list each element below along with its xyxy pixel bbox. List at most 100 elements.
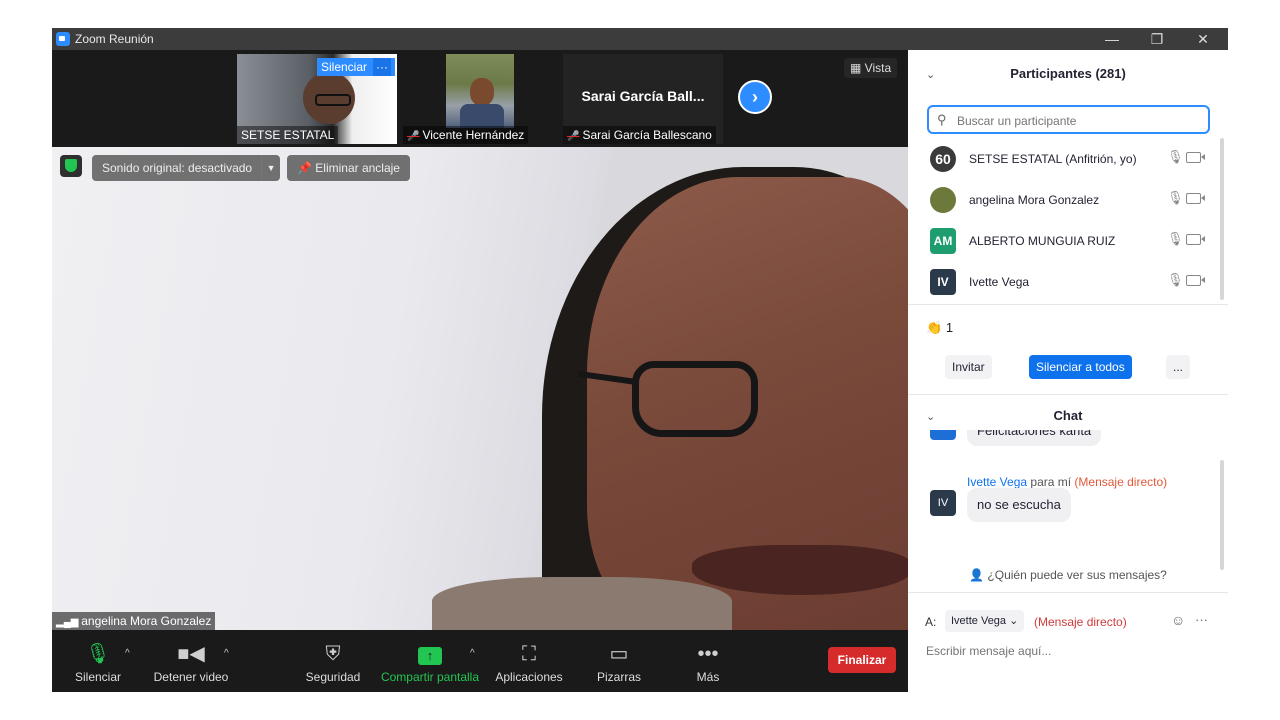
composer-more-icon[interactable]: ··· xyxy=(1195,612,1208,627)
thumb-setse-estatal[interactable]: Silenciar ··· SETSE ESTATAL xyxy=(237,54,397,144)
share-screen-label: Compartir pantalla xyxy=(380,670,480,684)
zoom-window: Zoom Reunión — ❐ ✕ Silenciar ··· SETSE E… xyxy=(52,28,1228,692)
video-area: Silenciar ··· SETSE ESTATAL Vicente Hern… xyxy=(52,50,908,692)
chevron-down-icon: ⌄ xyxy=(1009,615,1019,627)
chat-message-input[interactable] xyxy=(924,640,1218,662)
original-sound-toggle[interactable]: Sonido original: desactivado ▼ xyxy=(92,155,281,181)
apps-icon: ⛶ xyxy=(522,643,536,665)
more-dots-icon: ••• xyxy=(697,643,719,665)
thumb-mute-label: Silenciar xyxy=(321,60,368,74)
whiteboard-icon: ▭ xyxy=(609,643,629,665)
chat-to-me: para mí xyxy=(1030,475,1072,489)
participant-name: ALBERTO MUNGUIA RUIZ xyxy=(969,234,1116,248)
mute-all-button[interactable]: Silenciar a todos xyxy=(1029,355,1132,379)
divider xyxy=(908,592,1228,593)
chat-messages: Felicitaciones karita Ivette Vega para m… xyxy=(908,430,1228,566)
thumb-vicente-hernandez[interactable]: Vicente Hernández xyxy=(403,54,535,144)
microphone-icon: 🎙 xyxy=(85,643,111,665)
thumb-name: SETSE ESTATAL xyxy=(237,126,339,144)
restore-icon[interactable]: ❐ xyxy=(1137,29,1177,49)
view-label: Vista xyxy=(864,61,892,75)
unpin-button[interactable]: 📌 Eliminar anclaje xyxy=(287,155,410,181)
stop-video-button[interactable]: ■◀ Detener video xyxy=(152,642,230,684)
participants-more-button[interactable]: ... xyxy=(1166,355,1191,379)
person-mouth xyxy=(692,545,908,595)
video-camera-icon[interactable] xyxy=(1186,234,1205,245)
to-label: A: xyxy=(925,615,937,629)
grid-icon: ▦ xyxy=(850,61,865,75)
avatar: 60 xyxy=(930,146,956,172)
shield-icon: ⛨ xyxy=(325,643,341,665)
avatar: AM xyxy=(930,228,956,254)
mute-button[interactable]: 🎙 Silenciar xyxy=(70,642,126,684)
user-eye-icon: 👤 xyxy=(969,568,988,582)
glasses-left xyxy=(632,361,758,437)
participant-name: SETSE ESTATAL (Anfitrión, yo) xyxy=(969,152,1137,166)
participants-scrollbar[interactable] xyxy=(1220,138,1224,300)
zoom-logo-icon xyxy=(56,32,70,46)
video-camera-icon[interactable] xyxy=(1186,193,1205,204)
recipient-tag: (Mensaje directo) xyxy=(1034,615,1127,629)
video-camera-icon[interactable] xyxy=(1186,275,1205,286)
thumb-name: Vicente Hernández xyxy=(403,126,529,144)
chat-sender[interactable]: Ivette Vega xyxy=(967,475,1027,489)
pin-icon: 📌 xyxy=(297,161,316,175)
avatar xyxy=(930,187,956,213)
participant-search-input[interactable] xyxy=(955,111,1199,131)
speaker-name-tag: ▂▄▆ angelina Mora Gonzalez xyxy=(52,612,216,630)
security-shield-icon[interactable] xyxy=(60,155,82,177)
raised-hands: 👏 1 xyxy=(926,320,953,336)
minimize-icon[interactable]: — xyxy=(1092,29,1132,49)
mute-options-caret-icon[interactable]: ^ xyxy=(125,648,130,659)
apps-label: Aplicaciones xyxy=(495,670,563,684)
side-panel: ⌄ Participantes (281) ⚲ 60 SETSE ESTATAL… xyxy=(908,50,1228,692)
video-camera-icon: ■◀ xyxy=(177,643,205,665)
invite-button[interactable]: Invitar xyxy=(945,355,992,379)
share-screen-button[interactable]: ↑ Compartir pantalla xyxy=(380,642,480,684)
more-button[interactable]: ••• Más xyxy=(688,642,728,684)
thumb-mute-button[interactable]: Silenciar ··· xyxy=(317,58,395,76)
unpin-label: Eliminar anclaje xyxy=(315,161,400,175)
clap-hands-icon: 👏 xyxy=(926,320,946,335)
microphone-icon[interactable]: 🎙 xyxy=(1167,149,1184,165)
close-icon[interactable]: ✕ xyxy=(1183,29,1223,49)
participant-row[interactable]: angelina Mora Gonzalez 🎙 xyxy=(908,179,1218,219)
chevron-down-icon[interactable]: ▼ xyxy=(261,155,280,181)
thumb-more-button[interactable]: ··· xyxy=(373,58,391,76)
emoji-icon[interactable]: ☺ xyxy=(1171,612,1185,628)
chat-scrollbar[interactable] xyxy=(1220,460,1224,570)
participant-name: Ivette Vega xyxy=(969,275,1030,289)
speaker-name: angelina Mora Gonzalez xyxy=(81,614,212,628)
glasses xyxy=(315,94,351,106)
thumb-video xyxy=(446,54,514,128)
stop-video-label: Detener video xyxy=(153,670,229,684)
microphone-icon[interactable]: 🎙 xyxy=(1167,190,1184,206)
share-options-caret-icon[interactable]: ^ xyxy=(470,648,475,659)
avatar: IV xyxy=(930,490,956,516)
search-icon: ⚲ xyxy=(937,112,947,127)
participant-row[interactable]: 60 SETSE ESTATAL (Anfitrión, yo) 🎙 xyxy=(908,138,1218,178)
view-button[interactable]: ▦ Vista xyxy=(844,58,898,78)
participant-row[interactable]: IV Ivette Vega 🎙 xyxy=(908,261,1218,301)
thumb-sarai-garcia[interactable]: Sarai García Ball... Sarai García Balles… xyxy=(563,54,723,144)
chat-composer: A: Ivette Vega ⌄ (Mensaje directo) ☺ ··· xyxy=(908,598,1228,692)
window-title: Zoom Reunión xyxy=(75,32,154,46)
participant-row[interactable]: AM ALBERTO MUNGUIA RUIZ 🎙 xyxy=(908,220,1218,260)
next-page-arrow-icon[interactable]: › xyxy=(738,80,772,114)
main-video: Sonido original: desactivado ▼ 📌 Elimina… xyxy=(52,147,908,630)
who-can-see-messages[interactable]: 👤 ¿Quién puede ver sus mensajes? xyxy=(908,568,1228,582)
video-options-caret-icon[interactable]: ^ xyxy=(224,648,229,659)
more-label: Más xyxy=(696,670,720,684)
chat-message-meta: Ivette Vega para mí (Mensaje directo) xyxy=(967,475,1167,489)
video-camera-icon[interactable] xyxy=(1186,152,1205,163)
microphone-icon[interactable]: 🎙 xyxy=(1167,272,1184,288)
recipient-select[interactable]: Ivette Vega ⌄ xyxy=(945,610,1025,632)
security-button[interactable]: ⛨ Seguridad xyxy=(304,642,362,684)
whiteboards-button[interactable]: ▭ Pizarras xyxy=(592,642,646,684)
microphone-icon[interactable]: 🎙 xyxy=(1167,231,1184,247)
chat-bubble: no se escucha xyxy=(967,488,1071,522)
apps-button[interactable]: ⛶ Aplicaciones xyxy=(492,642,566,684)
participant-search[interactable]: ⚲ xyxy=(927,105,1210,134)
security-label: Seguridad xyxy=(305,670,361,684)
end-meeting-button[interactable]: Finalizar xyxy=(828,647,896,673)
